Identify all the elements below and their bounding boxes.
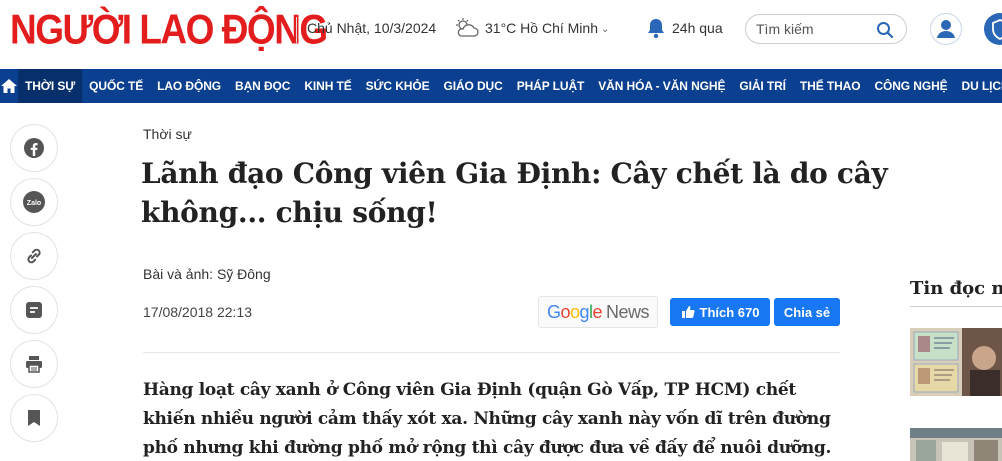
nav-item-kinh-te[interactable]: KINH TẾ: [297, 69, 358, 103]
comment-icon: [26, 302, 42, 318]
facebook-like-button[interactable]: Thích 670: [670, 298, 770, 326]
nav-item-thoi-su[interactable]: THỜI SỰ: [18, 69, 83, 103]
google-logo-o2: o: [569, 301, 580, 322]
news-thumbnail-image: [910, 428, 1002, 461]
nav-item-ban-doc[interactable]: BẠN ĐỌC: [228, 69, 297, 103]
nav-item-phap-luat[interactable]: PHÁP LUẬT: [510, 69, 592, 103]
weather-text: 31°C Hồ Chí Minh: [485, 20, 598, 36]
facebook-share-button[interactable]: Chia sẻ: [774, 298, 840, 326]
google-logo-g: G: [546, 301, 561, 322]
weather-cloud-icon: [456, 18, 479, 37]
article-lead: Hàng loạt cây xanh ở Công viên Gia Định …: [143, 380, 832, 458]
nav-item-giai-tri[interactable]: GIẢI TRÍ: [732, 69, 793, 103]
search-icon[interactable]: [876, 21, 894, 39]
news-thumbnail-image: [910, 328, 1002, 396]
article-category[interactable]: Thời sự: [143, 126, 192, 142]
bell-icon[interactable]: [646, 17, 666, 39]
most-read-thumbnail[interactable]: [910, 428, 1002, 461]
facebook-icon: [24, 138, 44, 158]
user-icon: [937, 20, 955, 38]
zalo-icon: Zalo: [23, 191, 45, 213]
google-logo-g2: g: [579, 301, 590, 322]
zalo-label: Zalo: [27, 200, 41, 207]
share-facebook-button[interactable]: [10, 124, 58, 172]
bookmark-button[interactable]: [10, 394, 58, 442]
copy-link-button[interactable]: [10, 232, 58, 280]
home-icon: [1, 79, 17, 93]
nav-item-suc-khoe[interactable]: SỨC KHỎE: [359, 69, 437, 103]
top-header: NGƯỜI LAO ĐỘNG Chủ Nhật, 10/3/2024 31°C …: [0, 0, 1002, 64]
article-divider: [143, 352, 840, 353]
like-label: Thích 670: [699, 304, 760, 320]
chevron-down-icon: ⌄: [600, 24, 610, 35]
user-account-button[interactable]: [930, 13, 962, 45]
header-divider: [296, 17, 297, 43]
link-icon: [27, 248, 41, 264]
share-rail: Zalo: [10, 124, 58, 448]
google-news-label: News: [606, 301, 650, 322]
main-navigation: THỜI SỰ QUỐC TẾ LAO ĐỘNG BẠN ĐỌC KINH TẾ…: [0, 69, 1002, 103]
nav-item-quoc-te[interactable]: QUỐC TẾ: [82, 69, 150, 103]
search-box[interactable]: [745, 14, 907, 44]
most-read-title: Tin đọc nhiều: [910, 278, 1002, 299]
current-date: Chủ Nhật, 10/3/2024: [307, 20, 437, 36]
nav-item-cong-nghe[interactable]: CÔNG NGHỆ: [867, 69, 954, 103]
nav-item-the-thao[interactable]: THỂ THAO: [793, 69, 868, 103]
sidebar-divider: [910, 306, 1002, 307]
google-logo-o1: o: [560, 301, 570, 322]
most-read-thumbnail[interactable]: [910, 328, 1002, 396]
bookmark-icon: [28, 410, 40, 426]
article-author: Bài và ảnh: Sỹ Đông: [143, 266, 271, 282]
nav-item-du-lich-xanh[interactable]: DU LỊCH XANH: [955, 69, 1002, 103]
share-zalo-button[interactable]: Zalo: [10, 178, 58, 226]
article-title: Lãnh đạo Công viên Gia Định: Cây chết là…: [141, 157, 888, 229]
shield-icon: [992, 19, 1002, 41]
home-button[interactable]: [0, 69, 18, 103]
comment-button[interactable]: [10, 286, 58, 334]
article-publish-date: 17/08/2018 22:13: [143, 304, 252, 320]
latest-news-link[interactable]: 24h qua: [672, 20, 723, 36]
print-icon: [26, 356, 42, 373]
nav-item-lao-dong[interactable]: LAO ĐỘNG: [150, 69, 228, 103]
thumbs-up-icon: [681, 306, 695, 318]
search-input[interactable]: [756, 20, 871, 38]
nav-item-van-hoa[interactable]: VĂN HÓA - VĂN NGHỆ: [591, 69, 732, 103]
nav-item-giao-duc[interactable]: GIÁO DỤC: [436, 69, 509, 103]
google-logo-e: e: [592, 301, 603, 322]
membership-button[interactable]: [984, 13, 1002, 45]
google-news-button[interactable]: Go o g l e News: [538, 296, 658, 328]
weather-selector[interactable]: 31°C Hồ Chí Minh ⌄: [485, 20, 609, 36]
print-button[interactable]: [10, 340, 58, 388]
site-logo[interactable]: NGƯỜI LAO ĐỘNG: [10, 6, 328, 53]
